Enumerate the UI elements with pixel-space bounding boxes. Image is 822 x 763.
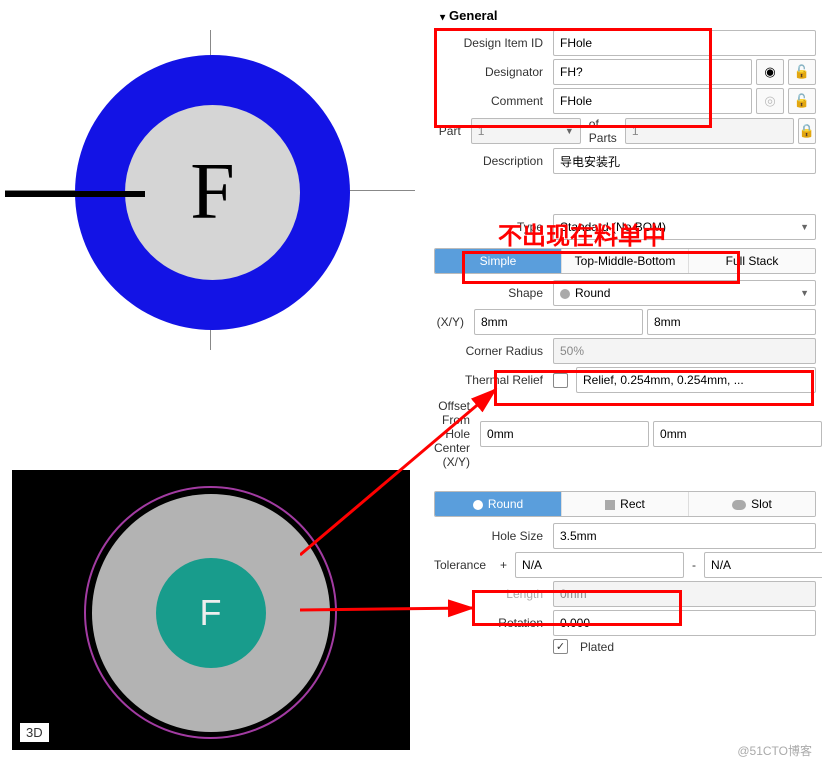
pad-letter: F bbox=[200, 592, 222, 634]
lock-button[interactable]: 🔓 bbox=[788, 59, 816, 85]
padstack-tabs: Simple Top-Middle-Bottom Full Stack bbox=[434, 248, 816, 274]
designator-input[interactable] bbox=[553, 59, 752, 85]
thermal-relief-input[interactable] bbox=[576, 367, 816, 393]
tab-simple[interactable]: Simple bbox=[435, 249, 561, 273]
description-label: Description bbox=[434, 154, 549, 168]
shape-label: Shape bbox=[434, 286, 549, 300]
shape-dropdown[interactable]: Round▼ bbox=[553, 280, 816, 306]
corner-radius-input bbox=[553, 338, 816, 364]
length-label: Length bbox=[434, 587, 549, 601]
visibility-toggle-button[interactable]: ◉ bbox=[756, 59, 784, 85]
symbol-pin bbox=[5, 191, 145, 197]
size-x-input[interactable] bbox=[474, 309, 643, 335]
visibility-off-button[interactable]: ◎ bbox=[756, 88, 784, 114]
tab-round[interactable]: Round bbox=[435, 492, 561, 516]
rotation-label: Rotation bbox=[434, 616, 549, 630]
pad-copper: F bbox=[92, 494, 330, 732]
part-label: Part bbox=[434, 124, 467, 138]
symbol-letter: F bbox=[190, 147, 235, 238]
lock-button-3[interactable]: 🔒 bbox=[798, 118, 816, 144]
corner-radius-label: Corner Radius bbox=[434, 344, 549, 358]
properties-panel: General Design Item ID Designator ◉ 🔓 Co… bbox=[430, 0, 820, 763]
watermark: @51CTO博客 bbox=[737, 742, 812, 759]
tolerance-minus-input[interactable] bbox=[704, 552, 822, 578]
comment-input[interactable] bbox=[553, 88, 752, 114]
tab-slot[interactable]: Slot bbox=[688, 492, 815, 516]
length-input bbox=[553, 581, 816, 607]
lock-button-2[interactable]: 🔓 bbox=[788, 88, 816, 114]
schematic-view[interactable]: F bbox=[0, 0, 405, 440]
type-label: Type bbox=[434, 220, 549, 234]
rotation-input[interactable] bbox=[553, 610, 816, 636]
designator-label: Designator bbox=[434, 65, 549, 79]
tab-rect[interactable]: Rect bbox=[561, 492, 688, 516]
hole-size-input[interactable] bbox=[553, 523, 816, 549]
of-parts-label: of Parts bbox=[585, 117, 621, 145]
tab-top-middle-bottom[interactable]: Top-Middle-Bottom bbox=[561, 249, 688, 273]
description-input[interactable] bbox=[553, 148, 816, 174]
thermal-relief-label: Thermal Relief bbox=[434, 373, 549, 387]
pad-hole: F bbox=[156, 558, 266, 668]
type-dropdown[interactable]: Standard (No BOM)▼ bbox=[553, 214, 816, 240]
plated-checkbox[interactable]: ✓ bbox=[553, 639, 568, 654]
offset-y-input[interactable] bbox=[653, 421, 822, 447]
xy-label: (X/Y) bbox=[434, 315, 470, 329]
thermal-relief-checkbox[interactable] bbox=[553, 373, 568, 388]
plated-label: Plated bbox=[576, 640, 618, 654]
general-section-header[interactable]: General bbox=[434, 4, 816, 27]
offset-x-input[interactable] bbox=[480, 421, 649, 447]
part-dropdown[interactable]: 1▼ bbox=[471, 118, 581, 144]
hole-tabs: Round Rect Slot bbox=[434, 491, 816, 517]
tolerance-label: Tolerance bbox=[434, 558, 492, 572]
design-item-id-label: Design Item ID bbox=[434, 36, 549, 50]
pad-outline-ring: F bbox=[84, 486, 337, 739]
size-y-input[interactable] bbox=[647, 309, 816, 335]
tol-minus-label: - bbox=[688, 558, 700, 572]
pcb-3d-view[interactable]: F 3D bbox=[12, 470, 410, 750]
comment-label: Comment bbox=[434, 94, 549, 108]
tab-full-stack[interactable]: Full Stack bbox=[688, 249, 815, 273]
of-parts-input bbox=[625, 118, 794, 144]
hole-size-label: Hole Size bbox=[434, 529, 549, 543]
view-mode-badge[interactable]: 3D bbox=[20, 723, 49, 742]
offset-label: Offset From Hole Center (X/Y) bbox=[434, 399, 476, 469]
design-item-id-input[interactable] bbox=[553, 30, 816, 56]
tolerance-plus-input[interactable] bbox=[515, 552, 684, 578]
symbol-inner-circle: F bbox=[125, 105, 300, 280]
tol-plus-label: + bbox=[496, 558, 511, 572]
